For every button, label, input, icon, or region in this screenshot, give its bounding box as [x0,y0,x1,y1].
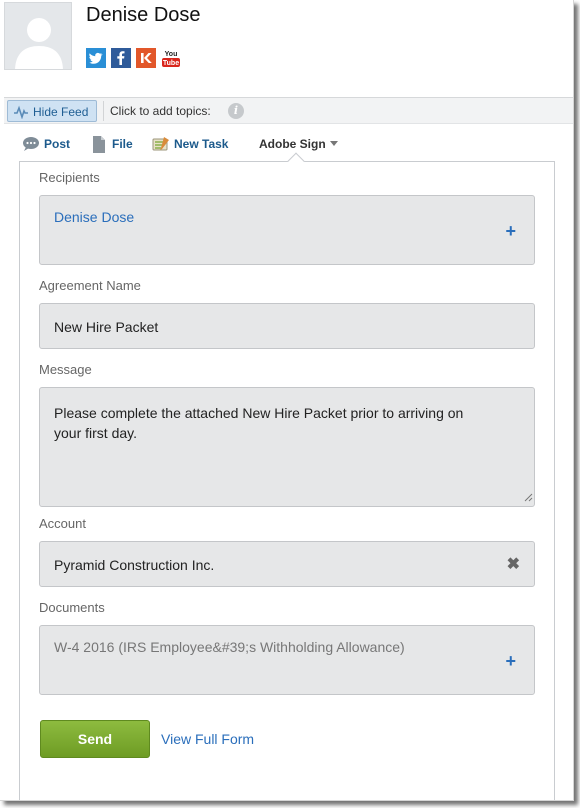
tab-adobe-sign[interactable]: Adobe Sign [259,136,349,154]
chevron-down-icon [330,141,338,146]
agreement-name-value: New Hire Packet [54,319,159,335]
clear-account-icon[interactable]: ✖ [507,554,520,574]
account-label: Account [39,516,86,531]
chat-bubble-icon [22,136,40,155]
info-icon[interactable]: i [228,103,244,119]
tab-file-label: File [112,137,133,151]
profile-name: Denise Dose [86,4,201,26]
resize-handle-icon[interactable] [523,489,533,505]
message-label: Message [39,362,92,377]
message-line-2: your first day. [54,425,137,441]
account-field[interactable]: Pyramid Construction Inc. ✖ [39,541,535,587]
youtube-you-text: You [165,51,178,58]
agreement-name-field[interactable]: New Hire Packet [39,303,535,349]
tab-post[interactable]: Post [22,136,82,154]
recipient-link[interactable]: Denise Dose [54,209,134,225]
twitter-icon[interactable] [86,48,106,68]
add-topics-link[interactable]: Click to add topics: [110,104,211,118]
hide-feed-button[interactable]: Hide Feed [7,100,97,122]
documents-label: Documents [39,600,105,615]
recipients-field[interactable]: Denise Dose + [39,195,535,265]
document-item: W-4 2016 (IRS Employee&#39;s Withholding… [54,639,405,655]
file-icon [92,136,106,156]
send-button[interactable]: Send [40,720,150,758]
person-silhouette-icon [5,3,71,69]
youtube-tube-text: Tube [163,60,179,67]
toolbar-divider [103,101,104,121]
agreement-name-label: Agreement Name [39,278,141,293]
account-value: Pyramid Construction Inc. [54,557,215,573]
tab-post-label: Post [44,137,71,151]
facebook-icon[interactable] [111,48,131,68]
tab-adobe-sign-label: Adobe Sign [259,137,326,151]
avatar[interactable] [4,2,72,70]
tab-new-task[interactable]: New Task [152,136,242,154]
pulse-icon [13,105,29,122]
feed-toolbar: Hide Feed Click to add topics: i [4,97,573,124]
tab-file[interactable]: File [92,136,142,154]
add-document-icon[interactable]: + [505,652,516,670]
message-line-1: Please complete the attached New Hire Pa… [54,405,464,421]
klout-icon[interactable] [136,48,156,68]
hide-feed-label: Hide Feed [33,105,89,119]
recipients-label: Recipients [39,170,100,185]
window: Denise Dose You Tube Hide Feed Click to … [0,0,574,801]
task-icon [152,136,170,155]
add-recipient-icon[interactable]: + [505,222,516,240]
documents-field[interactable]: W-4 2016 (IRS Employee&#39;s Withholding… [39,625,535,695]
view-full-form-link[interactable]: View Full Form [161,731,254,747]
tab-new-task-label: New Task [174,137,229,151]
message-field[interactable]: Please complete the attached New Hire Pa… [39,387,535,507]
youtube-icon[interactable]: You Tube [161,48,181,68]
